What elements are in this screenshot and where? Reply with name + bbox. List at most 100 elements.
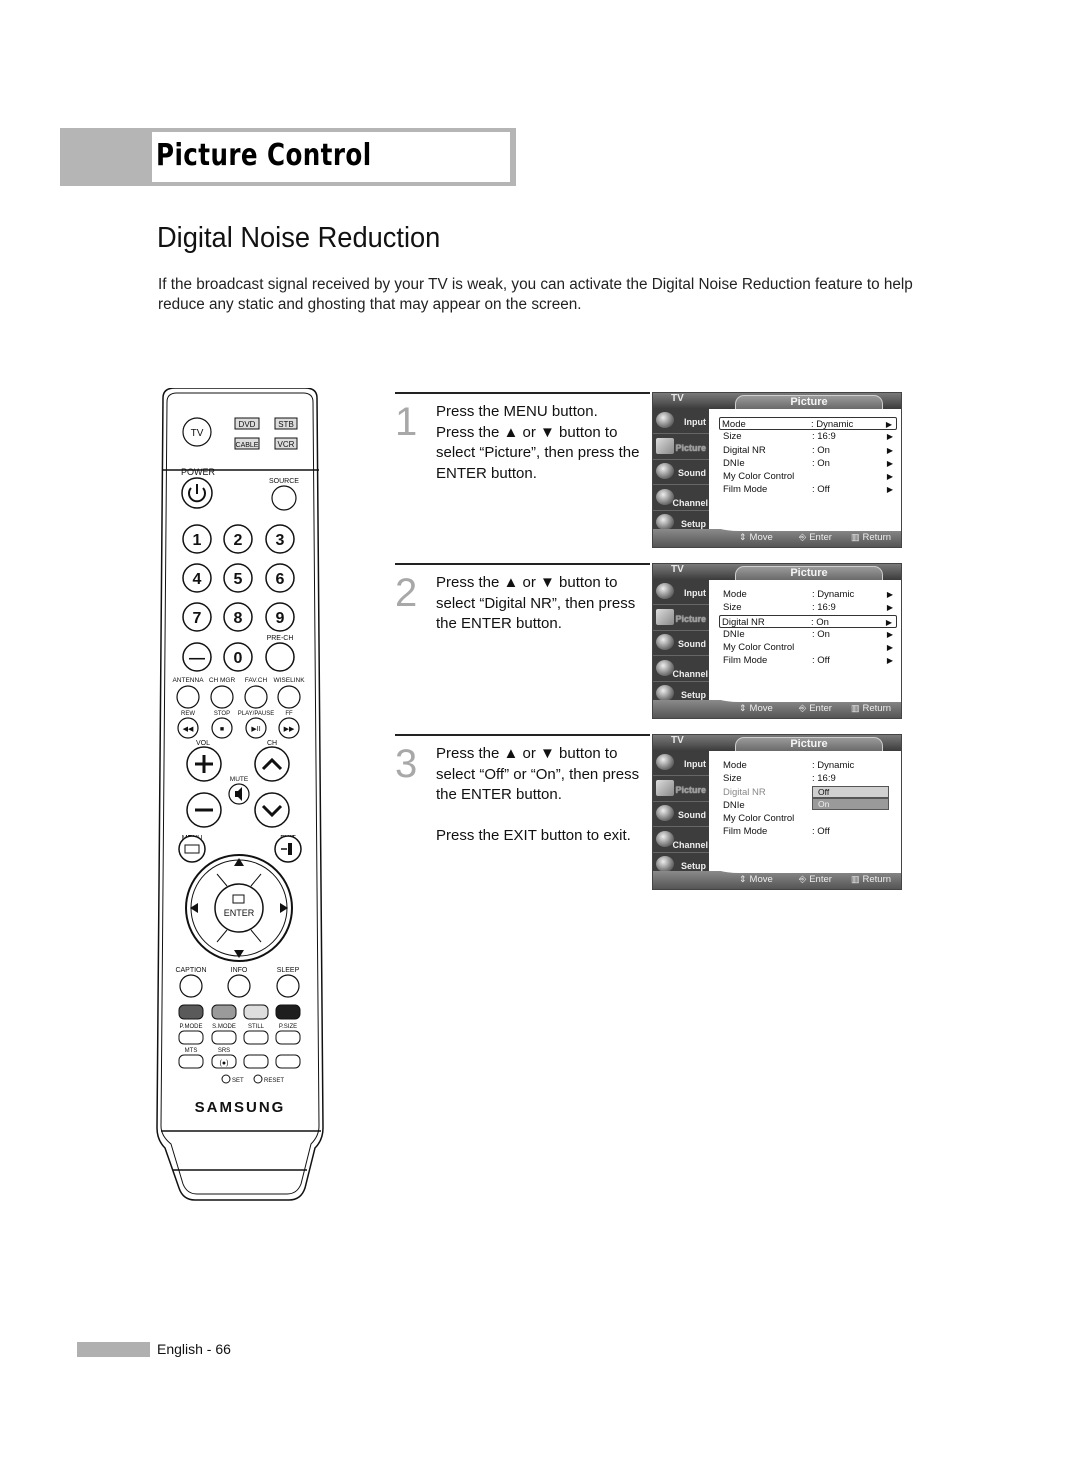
osd-sidebar-item-sound[interactable]: Sound xyxy=(653,460,709,486)
osd-menu-item[interactable]: Mode: Dynamic xyxy=(721,759,897,772)
number-button[interactable]: 2 xyxy=(223,524,253,554)
mode-button-pmode[interactable] xyxy=(178,1030,204,1045)
arrow-right-icon: ▶ xyxy=(886,485,893,495)
source-button[interactable] xyxy=(271,485,297,511)
srs-icon: (●) xyxy=(220,1060,229,1067)
dpad[interactable]: ENTER xyxy=(185,854,293,962)
transport-button-stop[interactable]: ■ xyxy=(211,717,233,739)
mode-button-psize[interactable] xyxy=(275,1030,301,1045)
cable-mode-button[interactable]: CABLE xyxy=(234,437,260,450)
channel-down-button[interactable] xyxy=(254,792,290,828)
osd-sidebar-item-channel[interactable]: Channel xyxy=(653,657,709,682)
osd-menu-item[interactable]: DNIe: On ▶ xyxy=(721,628,897,641)
arrow-right-icon: ▶ xyxy=(886,472,893,482)
number-button[interactable]: 5 xyxy=(223,563,253,593)
menu-button[interactable] xyxy=(178,835,206,863)
osd-sidebar-item-sound[interactable]: Sound xyxy=(653,631,709,657)
osd-sidebar-item-input[interactable]: Input xyxy=(653,580,709,605)
exit-button[interactable] xyxy=(274,835,302,863)
osd-sidebar-item-input[interactable]: Input xyxy=(653,751,709,776)
caption-button[interactable] xyxy=(179,974,203,998)
osd-menu-item[interactable]: My Color Control xyxy=(721,812,897,825)
osd-sidebar-item-picture[interactable]: Picture xyxy=(653,435,709,460)
mode-button-smode[interactable] xyxy=(211,1030,237,1045)
osd-menu-item[interactable]: My Color Control ▶ xyxy=(721,470,897,483)
number-button[interactable]: 0 xyxy=(223,642,253,672)
mts-button[interactable] xyxy=(178,1054,204,1069)
function-button-antenna[interactable] xyxy=(176,685,200,709)
tv-mode-button[interactable]: TV xyxy=(182,417,212,447)
function-button-chmgr[interactable] xyxy=(210,685,234,709)
osd-sidebar-item-input[interactable]: Input xyxy=(653,409,709,434)
number-button[interactable]: 3 xyxy=(265,524,295,554)
set-button[interactable] xyxy=(221,1074,231,1084)
stb-mode-button[interactable]: STB xyxy=(274,417,298,430)
osd-sidebar-label: Channel xyxy=(672,668,708,679)
osd-menu-item[interactable]: Size: 16:9 xyxy=(721,772,897,785)
number-button[interactable]: 4 xyxy=(182,563,212,593)
transport-button-ff[interactable]: ▶▶ xyxy=(278,717,300,739)
color-button[interactable] xyxy=(178,1004,204,1020)
number-button[interactable]: — xyxy=(182,642,212,672)
number-button[interactable]: 9 xyxy=(265,602,295,632)
sleep-button[interactable] xyxy=(276,974,300,998)
prech-button[interactable] xyxy=(265,642,295,672)
input-icon xyxy=(656,754,674,770)
osd-item-value: : 16:9 xyxy=(812,602,836,614)
osd-option-on[interactable]: On xyxy=(812,798,889,810)
transport-button-rew[interactable]: ◀◀ xyxy=(177,717,199,739)
osd-sidebar-item-picture[interactable]: Picture xyxy=(653,777,709,802)
number-button[interactable]: 1 xyxy=(182,524,212,554)
step-number: 1 xyxy=(395,400,418,444)
function-button-wiselink[interactable] xyxy=(277,685,301,709)
number-button[interactable]: 7 xyxy=(182,602,212,632)
reset-button[interactable] xyxy=(253,1074,263,1084)
volume-down-button[interactable] xyxy=(186,792,222,828)
osd-menu-item[interactable]: Film Mode: Off ▶ xyxy=(721,654,897,667)
osd-menu-item[interactable]: DNIe: On ▶ xyxy=(721,457,897,470)
set-label: SET xyxy=(232,1078,244,1084)
osd-menu-item[interactable]: Mode: Dynamic ▶ xyxy=(721,588,897,601)
svg-text:—: — xyxy=(189,650,205,667)
osd-menu-item[interactable]: Film Mode: Off ▶ xyxy=(721,483,897,496)
picture-icon xyxy=(656,779,674,796)
osd-item-value: : Dynamic xyxy=(811,419,854,430)
osd-sidebar-item-sound[interactable]: Sound xyxy=(653,802,709,828)
color-button[interactable] xyxy=(275,1004,301,1020)
info-button[interactable] xyxy=(227,974,251,998)
osd-item-value: : Off xyxy=(812,484,830,496)
transport-button-playpause[interactable]: ▶II xyxy=(245,717,267,739)
transport-label: PLAY/PAUSE xyxy=(238,711,274,717)
vcr-mode-button[interactable]: VCR xyxy=(274,437,298,450)
volume-up-button[interactable] xyxy=(186,746,222,782)
osd-sidebar-item-picture[interactable]: Picture xyxy=(653,606,709,631)
osd-menu-item[interactable]: Size: 16:9 ▶ xyxy=(721,601,897,614)
osd-sidebar-item-channel[interactable]: Channel xyxy=(653,486,709,511)
mute-button[interactable] xyxy=(228,783,250,805)
osd-menu-item[interactable]: Size: 16:9 ▶ xyxy=(721,430,897,443)
number-button[interactable]: 8 xyxy=(223,602,253,632)
osd-menu-item[interactable]: My Color Control ▶ xyxy=(721,641,897,654)
blank-button[interactable] xyxy=(243,1054,269,1069)
osd-menu-item[interactable]: Mode: Dynamic ▶ xyxy=(719,417,897,431)
osd-menu-item[interactable]: Digital NR: On ▶ xyxy=(721,444,897,457)
step-instructions: Press the ▲ or ▼ button to select “Off” … xyxy=(436,744,651,846)
osd-menu-item[interactable]: Film Mode: Off xyxy=(721,825,897,838)
dvd-mode-button[interactable]: DVD xyxy=(234,417,260,430)
svg-text:VCR: VCR xyxy=(278,440,295,449)
osd-sidebar-item-channel[interactable]: Channel xyxy=(653,828,709,853)
function-button-favch[interactable] xyxy=(244,685,268,709)
return-icon: ▥ xyxy=(851,703,860,713)
color-button[interactable] xyxy=(243,1004,269,1020)
osd-menu-item[interactable]: Digital NR: On ▶ xyxy=(719,614,897,628)
osd-item-label: Mode xyxy=(723,760,747,771)
channel-up-button[interactable] xyxy=(254,746,290,782)
color-button[interactable] xyxy=(211,1004,237,1020)
osd-help-bar: ⇕ Move ⎆ Enter ▥ Return xyxy=(653,692,901,718)
mode-button-still[interactable] xyxy=(243,1030,269,1045)
osd-option-off[interactable]: Off xyxy=(812,786,889,798)
number-button[interactable]: 6 xyxy=(265,563,295,593)
blank-button[interactable] xyxy=(275,1054,301,1069)
power-button[interactable] xyxy=(181,477,213,509)
source-label: SOURCE xyxy=(269,478,299,485)
